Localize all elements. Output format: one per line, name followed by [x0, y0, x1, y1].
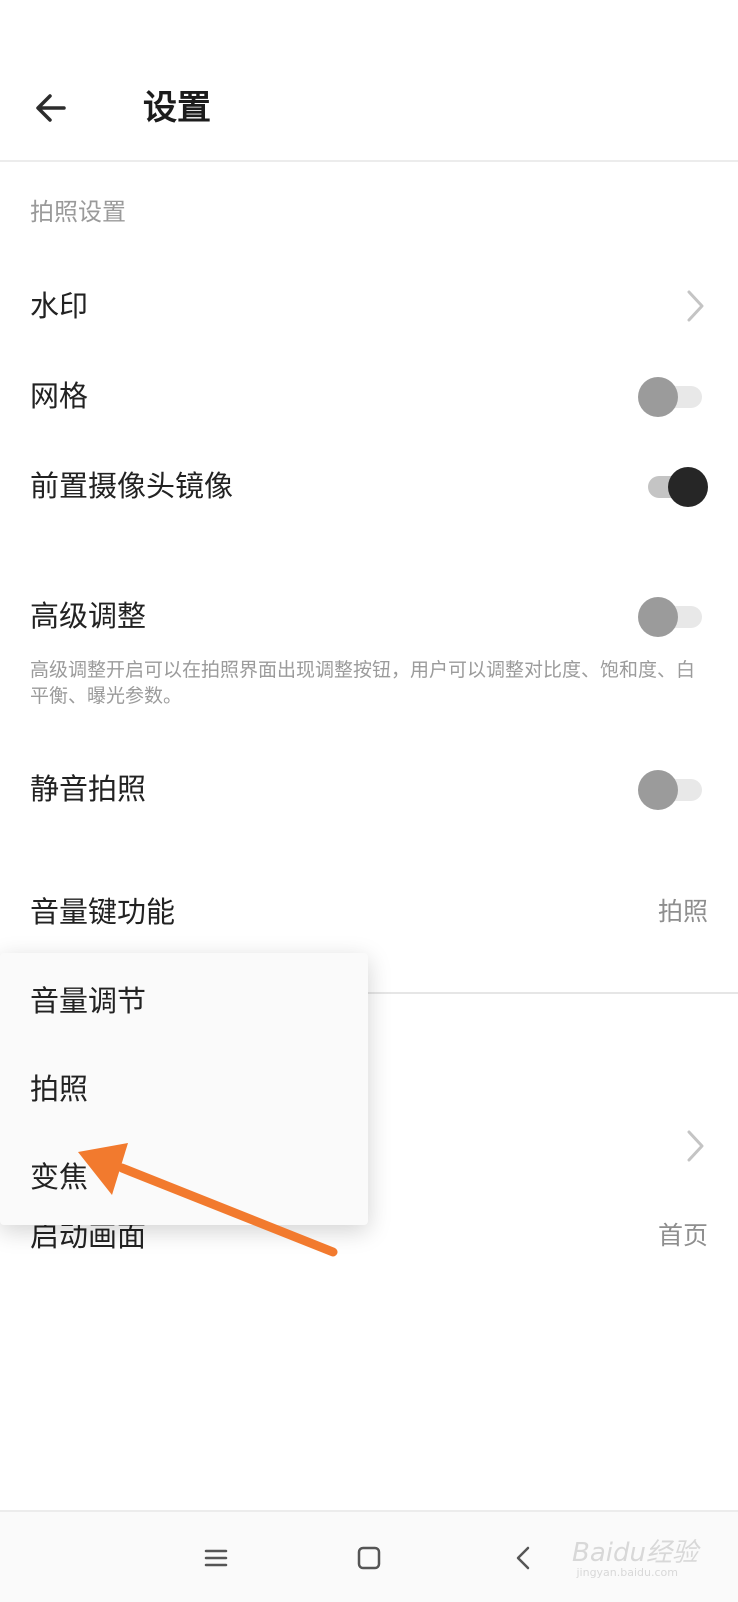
setting-mirror: 前置摄像头镜像: [0, 462, 738, 512]
setting-volume-key-label: 音量键功能: [30, 895, 176, 929]
popup-option-zoom[interactable]: 变焦: [30, 1157, 88, 1197]
grid-toggle[interactable]: [638, 377, 708, 417]
volume-key-popup-menu: 音量调节 拍照 变焦: [0, 953, 368, 1225]
chevron-right-icon: [687, 1130, 704, 1162]
home-square-icon[interactable]: [351, 1540, 387, 1576]
system-nav-bar: Baidu经验 jingyan.baidu.com: [0, 1510, 738, 1602]
section-label: 拍照设置: [30, 198, 126, 226]
page-title: 设置: [143, 88, 211, 128]
advanced-toggle[interactable]: [638, 597, 708, 637]
toggle-knob: [638, 377, 678, 417]
setting-advanced-label: 高级调整: [30, 599, 147, 633]
setting-watermark[interactable]: 水印: [0, 282, 738, 332]
chevron-right-icon: [687, 290, 704, 322]
back-button[interactable]: [30, 84, 78, 132]
toggle-knob: [668, 467, 708, 507]
setting-grid: 网格: [0, 372, 738, 422]
toggle-knob: [638, 597, 678, 637]
watermark-logo: Baidu经验: [572, 1538, 698, 1568]
toggle-knob: [638, 770, 678, 810]
silent-toggle[interactable]: [638, 770, 708, 810]
popup-option-volume-adjust[interactable]: 音量调节: [30, 981, 146, 1021]
mirror-toggle[interactable]: [638, 467, 708, 507]
setting-advanced-description: 高级调整开启可以在拍照界面出现调整按钮，用户可以调整对比度、饱和度、白平衡、曝光…: [30, 659, 696, 707]
arrow-left-icon: [36, 94, 66, 122]
setting-advanced: 高级调整: [0, 592, 738, 642]
menu-icon[interactable]: [198, 1540, 234, 1576]
setting-mirror-label: 前置摄像头镜像: [30, 469, 234, 503]
setting-silent: 静音拍照: [0, 765, 738, 815]
setting-watermark-label: 水印: [30, 289, 89, 323]
setting-volume-key-value: 拍照: [657, 897, 708, 926]
popup-option-capture[interactable]: 拍照: [30, 1069, 88, 1109]
setting-silent-label: 静音拍照: [30, 772, 147, 806]
setting-volume-key[interactable]: 音量键功能 拍照: [0, 888, 738, 938]
back-chevron-icon[interactable]: [506, 1540, 542, 1576]
app-header: 设置: [0, 0, 738, 162]
setting-grid-label: 网格: [30, 379, 89, 413]
setting-startup-value: 首页: [657, 1221, 708, 1250]
watermark-url: jingyan.baidu.com: [576, 1566, 678, 1579]
